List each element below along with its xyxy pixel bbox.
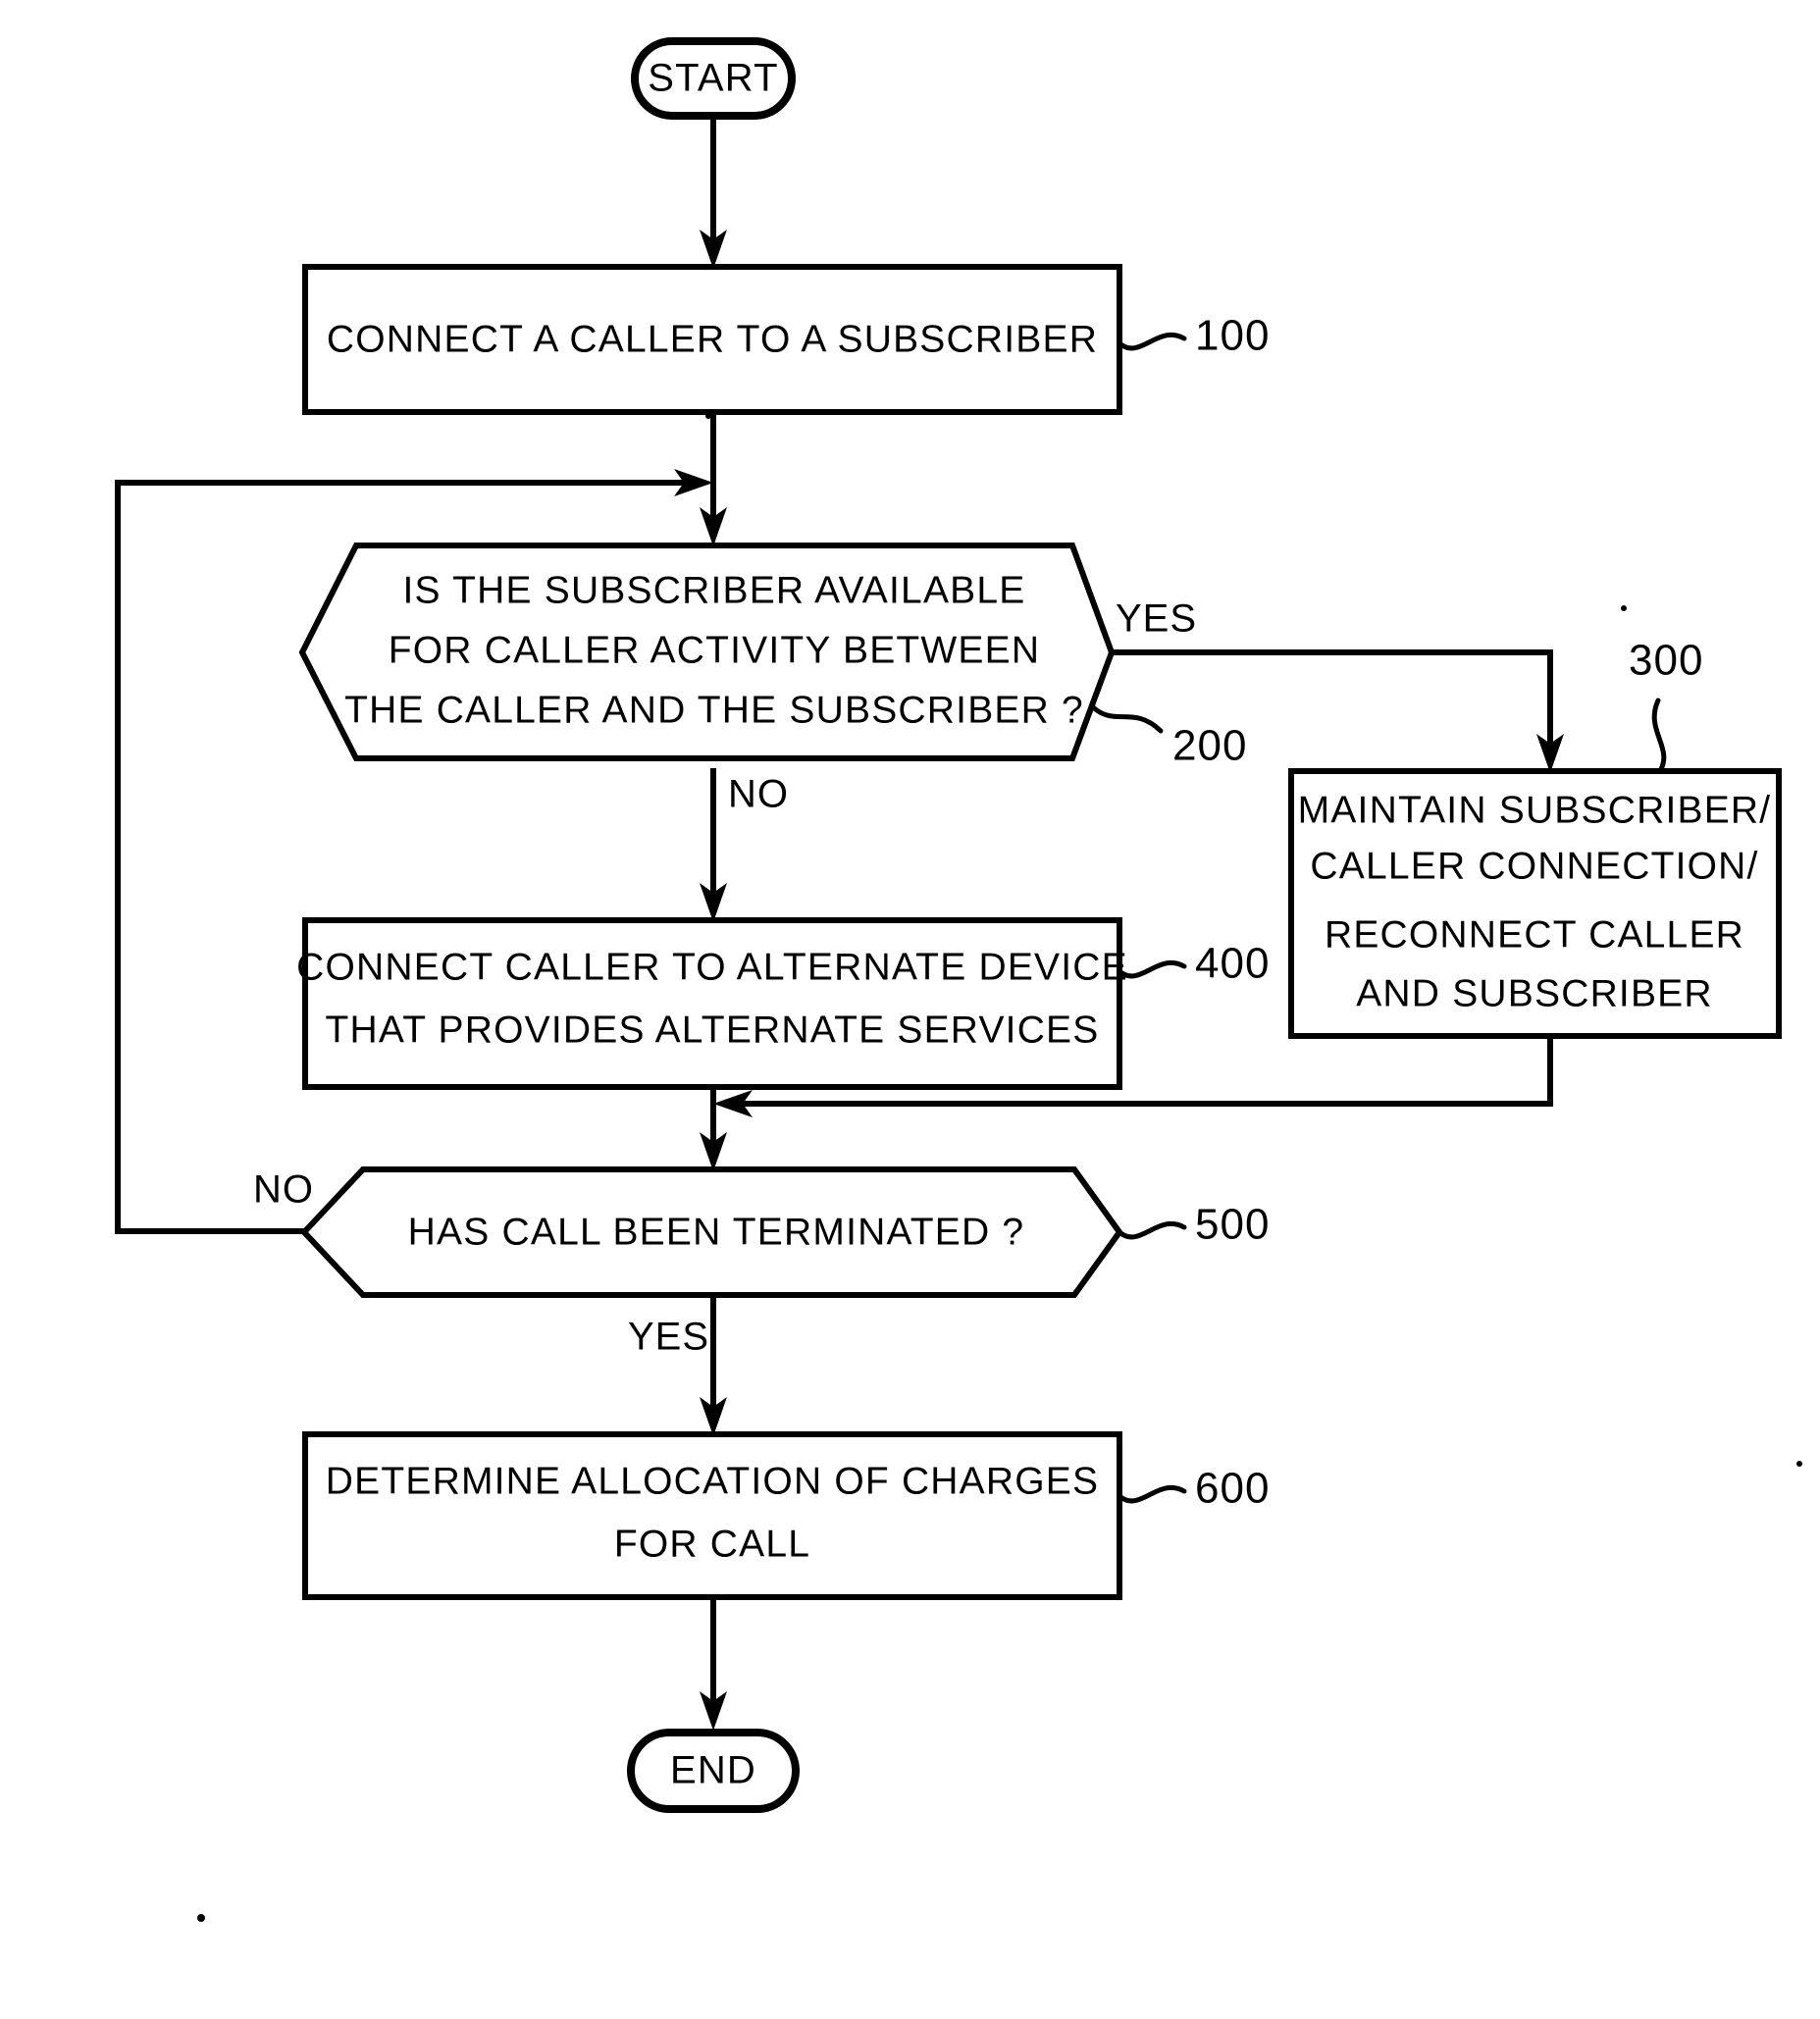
scan-speck (197, 1914, 205, 1922)
step-300-line2: CALLER CONNECTION/ (1310, 845, 1758, 887)
step-400-line2: THAT PROVIDES ALTERNATE SERVICES (326, 1009, 1100, 1051)
figure-canvas: START CONNECT A CALLER TO A SUBSCRIBER 1… (0, 0, 1820, 2019)
start-label: START (648, 57, 778, 100)
edge-label-200-no: NO (728, 773, 789, 816)
scan-speck (1621, 605, 1627, 611)
ref-number-200: 200 (1172, 722, 1247, 770)
node-step-400: CONNECT CALLER TO ALTERNATE DEVICE THAT … (296, 917, 1128, 1090)
decision-200-line3: THE CALLER AND THE SUBSCRIBER ? (344, 689, 1084, 731)
step-600-line2: FOR CALL (614, 1523, 810, 1565)
step-400-line1: CONNECT CALLER TO ALTERNATE DEVICE (296, 946, 1128, 988)
node-end: END (627, 1729, 800, 1813)
edge-label-500-yes: YES (628, 1316, 709, 1359)
node-step-600: DETERMINE ALLOCATION OF CHARGES FOR CALL (302, 1431, 1122, 1600)
step-600-line1: DETERMINE ALLOCATION OF CHARGES (326, 1460, 1099, 1502)
node-start: START (631, 37, 796, 120)
node-step-300: MAINTAIN SUBSCRIBER/ CALLER CONNECTION/ … (1288, 768, 1782, 1039)
flowchart-svg: START CONNECT A CALLER TO A SUBSCRIBER 1… (115, 37, 1802, 1922)
scan-speck (705, 413, 711, 419)
ref-leader-500: 500 (1117, 1201, 1270, 1249)
ref-number-600: 600 (1195, 1465, 1270, 1513)
node-decision-200: IS THE SUBSCRIBER AVAILABLE FOR CALLER A… (298, 543, 1116, 761)
edge-label-200-yes: YES (1116, 597, 1197, 641)
step-100-label: CONNECT A CALLER TO A SUBSCRIBER (327, 318, 1098, 360)
ref-leader-600: 600 (1117, 1465, 1270, 1513)
step-300-line4: AND SUBSCRIBER (1356, 972, 1713, 1014)
step-300-line3: RECONNECT CALLER (1325, 913, 1744, 956)
step-300-line1: MAINTAIN SUBSCRIBER/ (1298, 789, 1772, 831)
ref-leader-200: 200 (1089, 703, 1247, 770)
connector-start-to-100 (700, 112, 727, 269)
ref-leader-400: 400 (1117, 940, 1270, 988)
connector-600-to-end (700, 1594, 727, 1731)
ref-number-300: 300 (1629, 637, 1703, 685)
end-label: END (670, 1749, 756, 1792)
ref-number-400: 400 (1195, 940, 1270, 988)
ref-leader-100: 100 (1117, 312, 1270, 360)
node-decision-500: HAS CALL BEEN TERMINATED ? (299, 1166, 1123, 1298)
decision-200-line2: FOR CALLER ACTIVITY BETWEEN (389, 629, 1040, 671)
node-step-100: CONNECT A CALLER TO A SUBSCRIBER (302, 264, 1122, 415)
ref-number-100: 100 (1195, 312, 1270, 360)
ref-leader-300: 300 (1629, 637, 1703, 774)
connector-200-no-to-400 (700, 768, 727, 922)
edge-label-500-no: NO (253, 1168, 314, 1212)
decision-200-line1: IS THE SUBSCRIBER AVAILABLE (403, 569, 1026, 611)
connector-100-to-200 (700, 412, 727, 546)
scan-speck (1796, 1461, 1802, 1467)
ref-number-500: 500 (1195, 1201, 1270, 1249)
decision-500-label: HAS CALL BEEN TERMINATED ? (408, 1211, 1025, 1253)
